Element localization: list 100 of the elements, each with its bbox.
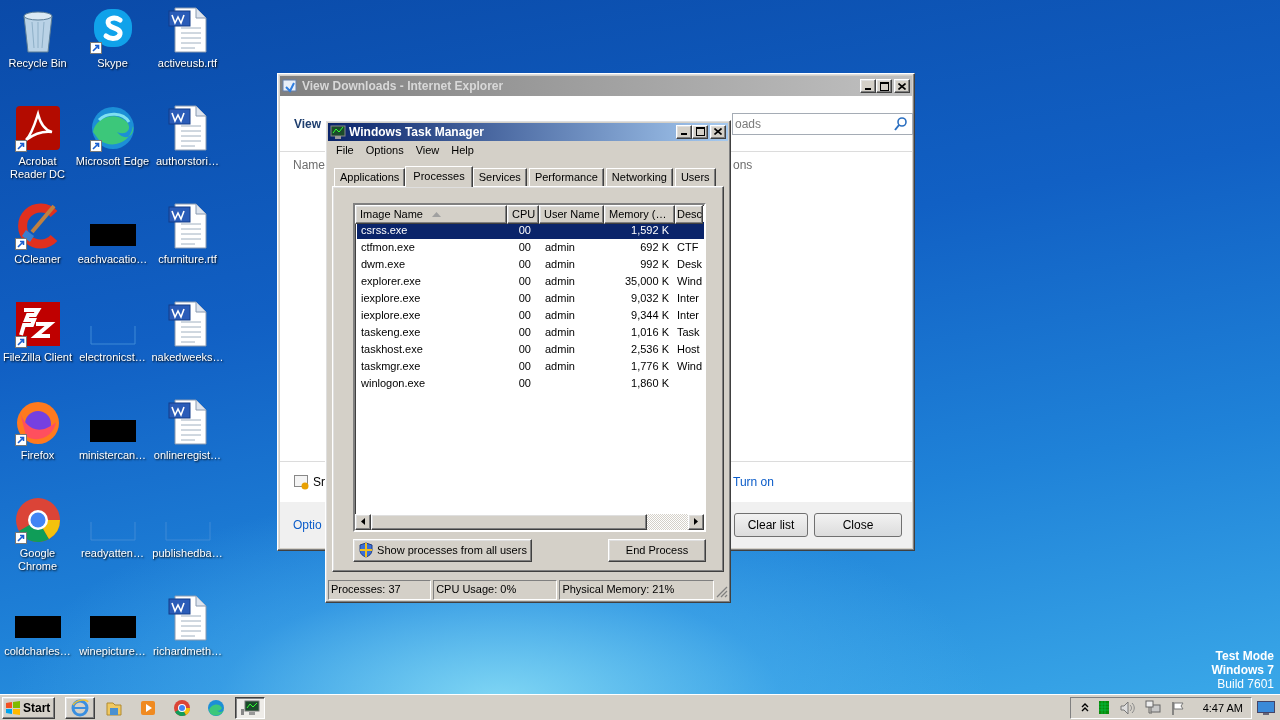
scroll-right-button[interactable] bbox=[688, 513, 704, 530]
desktop-icon-label[interactable]: electronicst… bbox=[79, 351, 146, 364]
table-cell-text: ctfmon.exe bbox=[360, 239, 416, 255]
desktop-icon-label[interactable]: Firefox bbox=[20, 449, 55, 462]
resize-grip-icon[interactable] bbox=[716, 586, 728, 599]
table-row[interactable]: explorer.exe 00 admin 35,000 K Wind bbox=[357, 272, 704, 290]
column-header[interactable]: Name bbox=[280, 158, 325, 172]
desktop-icon-label[interactable]: authorstori… bbox=[156, 155, 219, 168]
table-cell-text: Wind bbox=[676, 273, 703, 289]
shortcut-arrow-icon bbox=[14, 434, 27, 446]
network-icon[interactable] bbox=[1144, 700, 1161, 715]
sort-arrow-icon bbox=[432, 211, 441, 217]
column-header[interactable]: Memory (… bbox=[604, 204, 675, 224]
flag-icon[interactable] bbox=[1170, 700, 1185, 715]
menu-item[interactable]: Help bbox=[445, 143, 480, 156]
options-link[interactable]: Optio bbox=[280, 518, 325, 532]
turn-on-link[interactable]: Turn on bbox=[731, 475, 912, 489]
taskbar-button[interactable] bbox=[235, 696, 266, 719]
desktop-icon-label[interactable]: Recycle Bin bbox=[8, 57, 67, 70]
desktop-icon-label[interactable]: Google Chrome bbox=[0, 547, 75, 573]
menu-item[interactable]: File bbox=[330, 143, 360, 156]
close-button[interactable] bbox=[710, 124, 726, 139]
shortcut-arrow-icon bbox=[14, 238, 27, 250]
table-row[interactable]: ctfmon.exe 00 admin 692 K CTF bbox=[357, 238, 704, 256]
desktop-icon-label[interactable]: Microsoft Edge bbox=[75, 155, 150, 168]
ring-icon[interactable] bbox=[173, 698, 192, 717]
desktop-icon-label[interactable]: Acrobat Reader DC bbox=[0, 155, 75, 181]
table-cell-text: iexplore.exe bbox=[360, 290, 422, 306]
table-row[interactable]: taskmgr.exe 00 admin 1,776 K Wind bbox=[357, 357, 704, 375]
monitor-icon[interactable] bbox=[240, 699, 261, 716]
table-cell-text: Wind bbox=[676, 358, 703, 374]
desktop-icon-label[interactable]: Skype bbox=[97, 57, 128, 70]
table-cell-text: admin bbox=[544, 239, 576, 255]
monitor-icon bbox=[330, 123, 346, 140]
desktop-icon-label[interactable]: CCleaner bbox=[14, 253, 61, 266]
table-row[interactable]: winlogon.exe 00 1,860 K bbox=[357, 374, 704, 392]
menu-item[interactable]: View bbox=[409, 143, 446, 156]
desktop-icon-label[interactable]: FileZilla Client bbox=[2, 351, 73, 364]
table-row[interactable]: iexplore.exe 00 admin 9,344 K Inter bbox=[357, 306, 704, 324]
chevron-icon[interactable] bbox=[1080, 703, 1089, 712]
table-cell-text: CTF bbox=[676, 239, 700, 255]
desktop-icon-label[interactable]: ministercan… bbox=[78, 449, 147, 462]
ring-icon[interactable] bbox=[13, 496, 62, 544]
tab[interactable]: Networking bbox=[605, 167, 673, 186]
table-cell-text: 992 K bbox=[639, 256, 670, 272]
table-cell-text: admin bbox=[544, 307, 576, 323]
desktop-icon-label[interactable]: cfurniture.rtf bbox=[158, 253, 217, 266]
maximize-button[interactable] bbox=[876, 79, 892, 93]
desktop-icon-label[interactable]: coldcharles… bbox=[4, 645, 71, 658]
shortcut-arrow-icon bbox=[14, 140, 27, 152]
start-button[interactable]: Start bbox=[2, 696, 56, 719]
search-icon[interactable] bbox=[893, 115, 909, 132]
clear-list-button[interactable]: Clear list bbox=[734, 513, 808, 537]
right-arrow-icon bbox=[694, 518, 698, 526]
search-field[interactable]: oads bbox=[732, 112, 913, 135]
column-header[interactable]: User Name bbox=[539, 204, 604, 224]
table-cell-text: winlogon.exe bbox=[360, 375, 427, 391]
speaker-icon[interactable] bbox=[1118, 700, 1135, 715]
zigzag-icon[interactable] bbox=[13, 300, 62, 348]
meter-icon[interactable] bbox=[1098, 701, 1109, 714]
desktop-icon-label[interactable]: eachvacatio… bbox=[77, 253, 148, 266]
end-process-button[interactable]: End Process bbox=[608, 538, 706, 562]
tab[interactable]: Applications bbox=[334, 167, 406, 186]
minimize-button[interactable] bbox=[676, 124, 692, 139]
tab[interactable]: Processes bbox=[405, 165, 473, 187]
desktop-icon-label[interactable]: readyatten… bbox=[81, 547, 144, 560]
table-cell-text: 1,592 K bbox=[630, 222, 670, 238]
table-cell-text: Inter bbox=[676, 307, 700, 323]
scroll-left-button[interactable] bbox=[355, 513, 371, 530]
column-header[interactable]: Desc bbox=[675, 204, 703, 224]
desktop-icon-label[interactable]: activeusb.rtf bbox=[157, 57, 218, 70]
tab[interactable]: Users bbox=[674, 167, 716, 186]
desktop-icon-label[interactable]: publishedba… bbox=[152, 547, 223, 560]
table-cell-text: 00 bbox=[517, 375, 532, 391]
column-header[interactable]: ons bbox=[731, 158, 912, 172]
clock[interactable]: 4:47 AM bbox=[1202, 701, 1243, 714]
close-button[interactable]: Close bbox=[814, 513, 902, 537]
desktop-icon-label[interactable]: onlineregist… bbox=[153, 449, 222, 462]
table-cell-text: explorer.exe bbox=[360, 273, 422, 289]
column-header[interactable]: CPU bbox=[507, 204, 539, 224]
maximize-button[interactable] bbox=[692, 124, 708, 139]
show-all-processes-button[interactable]: Show processes from all users bbox=[353, 538, 532, 562]
tab[interactable]: Services bbox=[472, 167, 527, 186]
desktop-icon-label[interactable]: nakedweeks… bbox=[151, 351, 224, 364]
table-cell-text: 00 bbox=[517, 222, 532, 238]
shortcut-arrow-icon bbox=[14, 336, 27, 348]
tab[interactable]: Performance bbox=[528, 167, 604, 186]
table-row[interactable]: taskeng.exe 00 admin 1,016 K Task bbox=[357, 323, 704, 341]
table-cell-text: 00 bbox=[517, 307, 532, 323]
minimize-button[interactable] bbox=[860, 79, 876, 93]
column-header[interactable]: Image Name bbox=[355, 204, 507, 224]
table-row[interactable]: taskhost.exe 00 admin 2,536 K Host bbox=[357, 340, 704, 358]
table-cell-text: admin bbox=[544, 290, 576, 306]
table-cell-text: 692 K bbox=[639, 239, 670, 255]
table-row[interactable]: dwm.exe 00 admin 992 K Desk bbox=[357, 255, 704, 273]
desktop-icon-label[interactable]: winepicture… bbox=[79, 645, 146, 658]
table-row[interactable]: iexplore.exe 00 admin 9,032 K Inter bbox=[357, 289, 704, 307]
close-button[interactable] bbox=[894, 79, 910, 93]
swirl-document-icon[interactable] bbox=[13, 104, 62, 152]
menu-item[interactable]: Options bbox=[359, 143, 410, 156]
